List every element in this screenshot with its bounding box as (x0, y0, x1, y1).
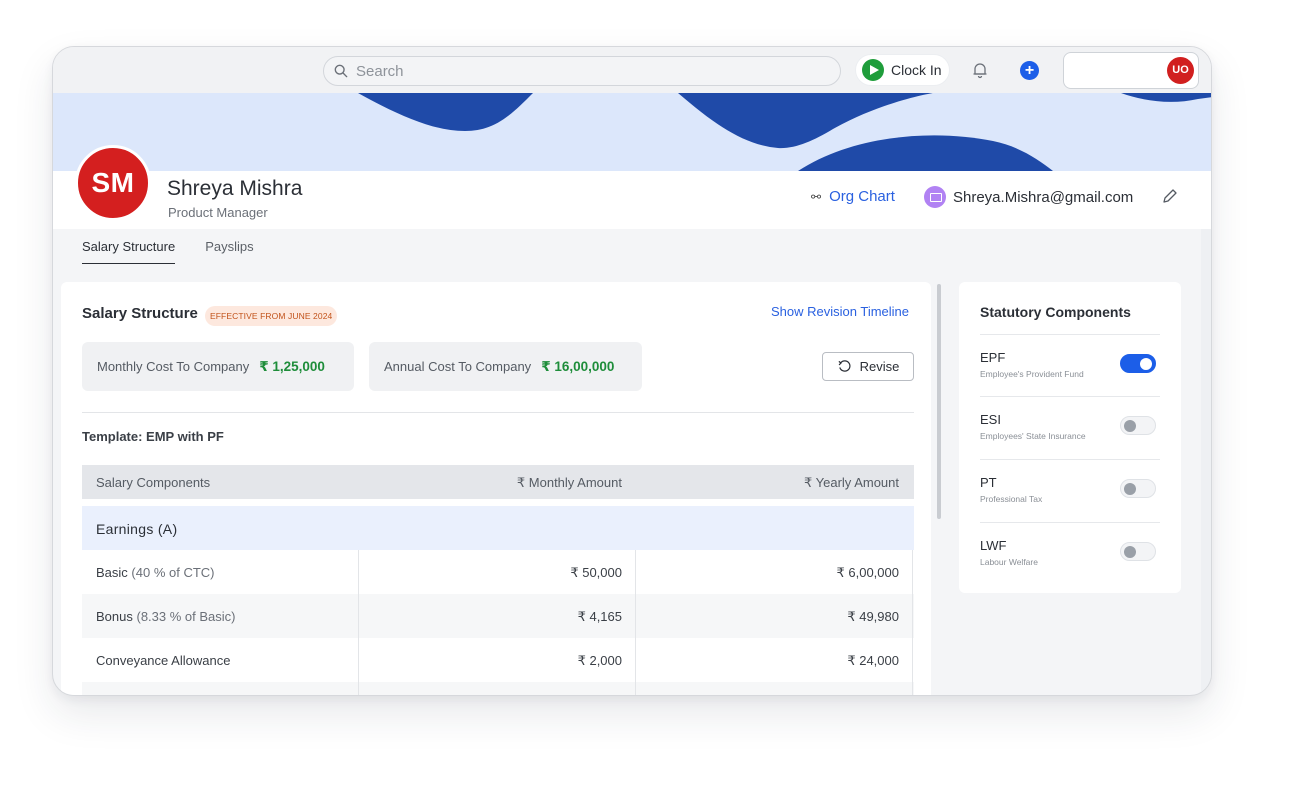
revise-button[interactable]: Revise (822, 352, 914, 381)
statutory-description: Employee's Provident Fund (980, 369, 1084, 379)
component-name: Bonus (8.33 % of Basic) (96, 609, 236, 624)
table-header: Salary Components ₹ Monthly Amount ₹ Yea… (82, 465, 914, 499)
user-avatar: UO (1167, 57, 1194, 84)
component-name: Basic (40 % of CTC) (96, 565, 215, 580)
monthly-amount: ₹ 2,000 (577, 653, 622, 668)
statutory-description: Labour Welfare (980, 557, 1038, 567)
toggle-knob (1124, 483, 1136, 495)
statutory-item-epf: EPF Employee's Provident Fund (980, 334, 1160, 396)
template-label: Template: EMP with PF (82, 429, 224, 444)
col-monthly-amount: ₹ Monthly Amount (516, 475, 622, 490)
pt-toggle[interactable] (1120, 479, 1156, 498)
email-link[interactable]: Shreya.Mishra@gmail.com (924, 186, 1133, 208)
edit-icon[interactable] (1161, 187, 1179, 205)
annual-ctc-label: Annual Cost To Company (384, 359, 532, 374)
email-text: Shreya.Mishra@gmail.com (953, 188, 1134, 206)
table-row: Bonus (8.33 % of Basic) ₹ 4,165 ₹ 49,980 (82, 594, 914, 638)
show-revision-timeline-link[interactable]: Show Revision Timeline (771, 304, 909, 319)
statutory-item-pt: PT Professional Tax (980, 459, 1160, 521)
statutory-title: Statutory Components (980, 304, 1131, 320)
right-edge-strip (1201, 229, 1211, 695)
statutory-name: ESI (980, 412, 1001, 427)
clock-in-label: Clock In (891, 62, 942, 78)
scrollbar[interactable] (937, 284, 941, 519)
salary-structure-card: Salary Structure EFFECTIVE FROM JUNE 202… (61, 282, 931, 695)
yearly-amount: ₹ 49,980 (847, 609, 899, 624)
yearly-amount: ₹ 6,00,000 (836, 565, 900, 580)
toggle-knob (1124, 420, 1136, 432)
column-divider (635, 550, 636, 695)
monthly-ctc-label: Monthly Cost To Company (97, 359, 250, 374)
banner-waves (358, 93, 1211, 171)
tab-salary-structure[interactable]: Salary Structure (82, 239, 176, 264)
clock-in-button[interactable]: Clock In (855, 54, 950, 86)
app-window: Clock In + UO SM Shreya Mishra Product M… (52, 46, 1212, 696)
col-yearly-amount: ₹ Yearly Amount (804, 475, 899, 490)
add-icon[interactable]: + (1020, 61, 1039, 80)
table-row (82, 682, 914, 695)
table-border (912, 550, 913, 695)
toggle-knob (1124, 546, 1136, 558)
epf-toggle[interactable] (1120, 354, 1156, 373)
table-row: Basic (40 % of CTC) ₹ 50,000 ₹ 6,00,000 (82, 550, 914, 594)
divider (82, 412, 914, 413)
statutory-item-esi: ESI Employees' State Insurance (980, 396, 1160, 458)
search-icon (334, 64, 348, 78)
play-icon (862, 59, 884, 81)
statutory-name: PT (980, 475, 997, 490)
statutory-description: Employees' State Insurance (980, 431, 1086, 441)
salary-structure-title: Salary Structure (82, 305, 198, 322)
yearly-amount: ₹ 24,000 (847, 653, 899, 668)
earnings-section-header: Earnings (A) (82, 506, 914, 550)
effective-badge: EFFECTIVE FROM JUNE 2024 (205, 306, 338, 326)
user-menu[interactable]: UO (1063, 52, 1199, 89)
monthly-amount: ₹ 4,165 (577, 609, 622, 624)
column-divider (358, 550, 359, 695)
statutory-name: LWF (980, 538, 1007, 553)
statutory-name: EPF (980, 350, 1006, 365)
esi-toggle[interactable] (1120, 416, 1156, 435)
org-chart-link[interactable]: ⚯ Org Chart (811, 188, 895, 205)
search-input[interactable] (356, 62, 796, 80)
monthly-ctc-box: Monthly Cost To Company ₹ 1,25,000 (82, 342, 354, 391)
top-bar: Clock In + UO (53, 47, 1211, 93)
undo-icon (838, 360, 851, 372)
profile-tabs: Salary Structure Payslips (82, 239, 284, 264)
monthly-amount: ₹ 50,000 (570, 565, 622, 580)
component-name: Conveyance Allowance (96, 653, 231, 668)
annual-ctc-box: Annual Cost To Company ₹ 16,00,000 (369, 342, 642, 391)
monthly-ctc-value: ₹ 1,25,000 (259, 358, 325, 374)
profile-banner (53, 93, 1211, 171)
toggle-knob (1140, 358, 1152, 370)
mail-icon (924, 186, 946, 208)
col-salary-components: Salary Components (96, 475, 211, 490)
annual-ctc-value: ₹ 16,00,000 (541, 358, 615, 374)
statutory-item-lwf: LWF Labour Welfare (980, 522, 1160, 584)
org-chart-label: Org Chart (829, 188, 895, 205)
profile-name: Shreya Mishra (167, 177, 303, 200)
profile-avatar: SM (75, 145, 151, 221)
lwf-toggle[interactable] (1120, 542, 1156, 561)
org-chart-icon: ⚯ (811, 189, 822, 204)
bell-icon[interactable] (971, 61, 989, 79)
search-bar[interactable] (323, 56, 841, 86)
tab-payslips[interactable]: Payslips (205, 239, 253, 264)
table-row: Conveyance Allowance ₹ 2,000 ₹ 24,000 (82, 638, 914, 682)
revise-label: Revise (859, 359, 900, 374)
statutory-components-card: Statutory Components EPF Employee's Prov… (959, 282, 1181, 593)
profile-role: Product Manager (168, 205, 268, 220)
statutory-description: Professional Tax (980, 494, 1043, 504)
